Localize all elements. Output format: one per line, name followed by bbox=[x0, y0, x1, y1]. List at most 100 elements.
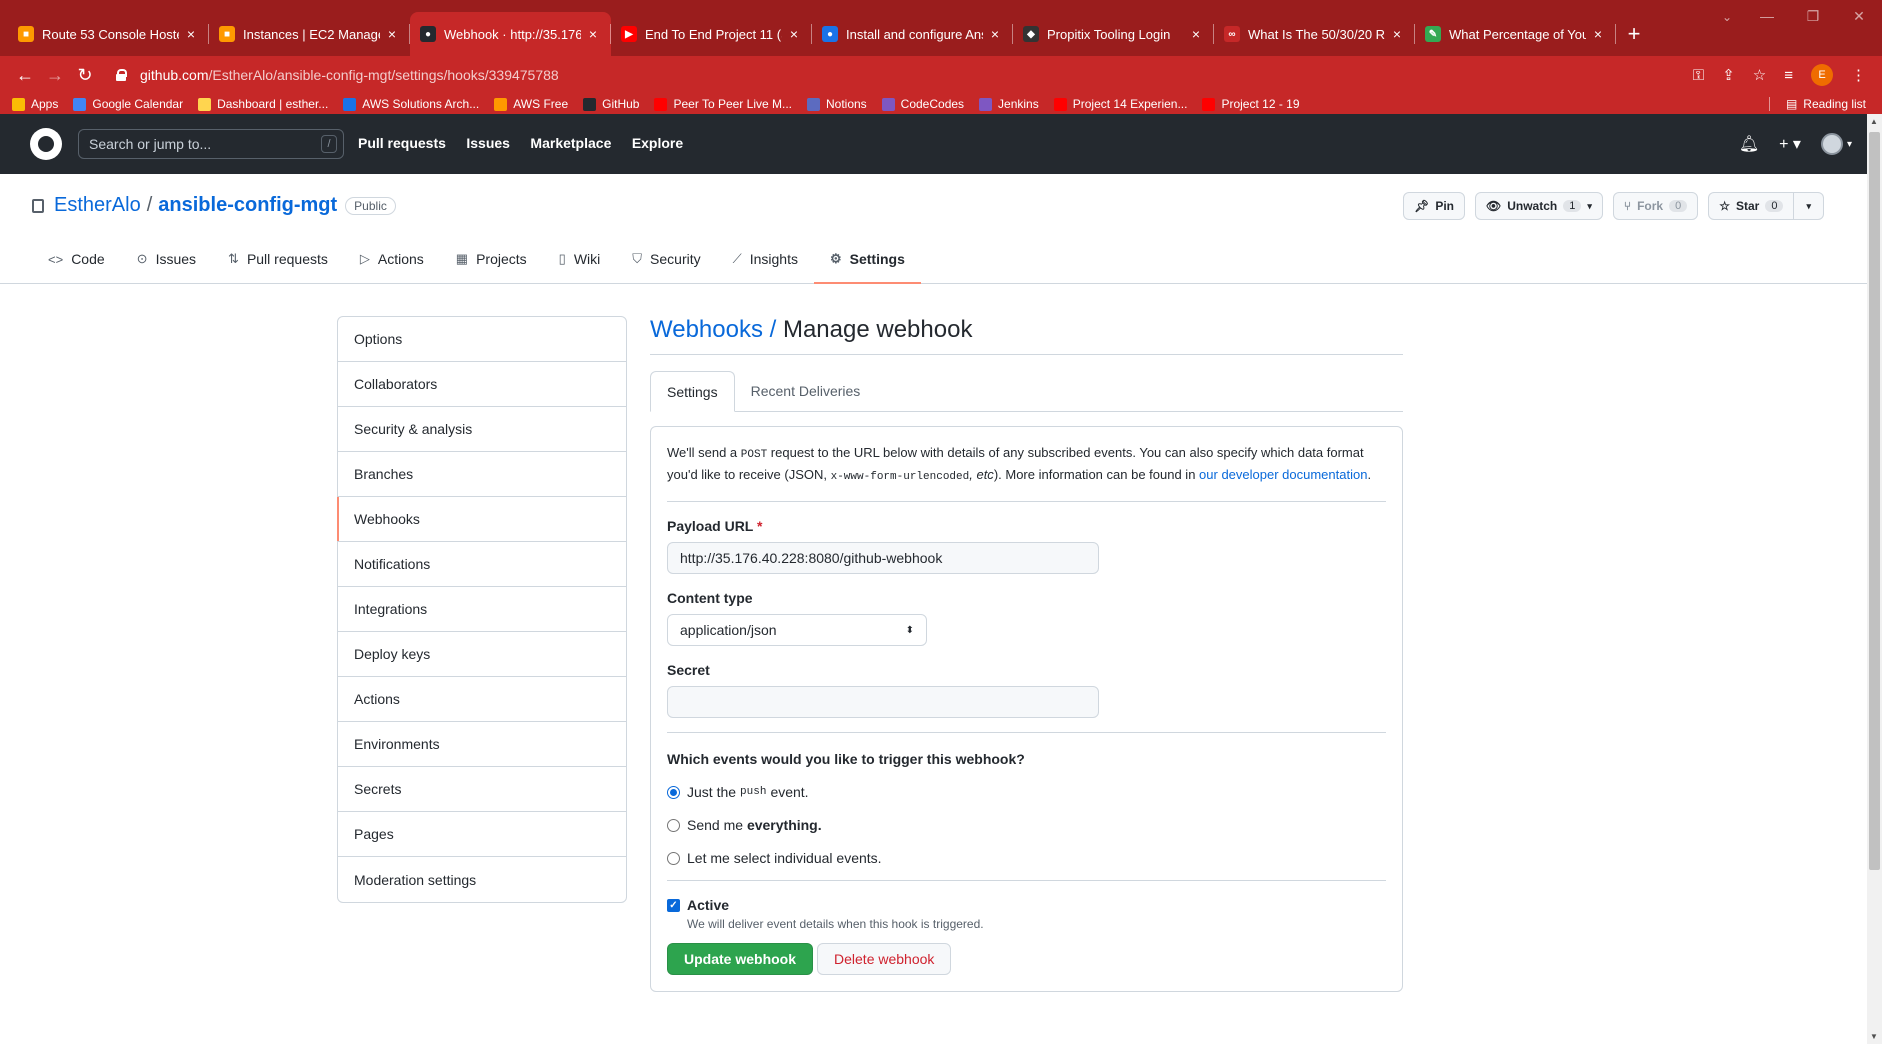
repo-owner-link[interactable]: EstherAlo bbox=[54, 194, 141, 217]
tab-security[interactable]: ⛉ Security bbox=[616, 235, 716, 283]
media-icon[interactable]: ≡ bbox=[1784, 67, 1793, 84]
scroll-up-icon[interactable]: ▲ bbox=[1870, 117, 1878, 126]
sidebar-item-branches[interactable]: Branches bbox=[338, 452, 626, 497]
github-logo-icon[interactable] bbox=[30, 128, 62, 160]
active-checkbox-row[interactable]: ✓ Active bbox=[667, 897, 1386, 913]
back-icon[interactable]: ← bbox=[10, 65, 40, 86]
delete-webhook-button[interactable]: Delete webhook bbox=[817, 943, 952, 975]
radio-select[interactable] bbox=[667, 851, 680, 865]
lock-icon[interactable] bbox=[116, 69, 127, 81]
tab-actions[interactable]: ▷ Actions bbox=[344, 235, 440, 283]
tab-recent-deliveries[interactable]: Recent Deliveries bbox=[735, 371, 877, 411]
tab-close-icon[interactable]: × bbox=[183, 26, 199, 42]
bookmark-item[interactable]: AWS Solutions Arch... bbox=[343, 97, 479, 111]
nav-explore[interactable]: Explore bbox=[632, 135, 683, 151]
browser-tab[interactable]: ▶ End To End Project 11 (SSH× bbox=[611, 12, 812, 56]
tab-projects[interactable]: ▦ Projects bbox=[440, 235, 543, 283]
bookmark-item[interactable]: Project 14 Experien... bbox=[1053, 97, 1187, 111]
star-list-dropdown[interactable]: ▾ bbox=[1794, 192, 1824, 220]
browser-tab[interactable]: ∞ What Is The 50/30/20 Rule× bbox=[1214, 12, 1415, 56]
sidebar-item-actions[interactable]: Actions bbox=[338, 677, 626, 722]
sidebar-item-environments[interactable]: Environments bbox=[338, 722, 626, 767]
search-input[interactable]: Search or jump to... / bbox=[78, 129, 344, 159]
create-new-icon[interactable]: + ▾ bbox=[1779, 134, 1801, 154]
tab-settings[interactable]: ⚙ Settings bbox=[813, 235, 921, 284]
nav-pull-requests[interactable]: Pull requests bbox=[358, 135, 446, 151]
bookmark-item[interactable]: Google Calendar bbox=[73, 97, 183, 111]
event-option-everything[interactable]: Send me everything. bbox=[667, 817, 1386, 833]
repo-name-link[interactable]: ansible-config-mgt bbox=[158, 194, 337, 217]
scroll-down-icon[interactable]: ▼ bbox=[1870, 1032, 1878, 1041]
sidebar-item-webhooks[interactable]: Webhooks bbox=[337, 497, 626, 542]
nav-issues[interactable]: Issues bbox=[466, 135, 510, 151]
tab-settings[interactable]: Settings bbox=[650, 371, 735, 412]
bookmark-item[interactable]: Dashboard | esther... bbox=[198, 97, 328, 111]
bookmark-item[interactable]: GitHub bbox=[583, 97, 639, 111]
breadcrumb-webhooks-link[interactable]: Webhooks / bbox=[650, 316, 776, 343]
bookmark-item[interactable]: Jenkins bbox=[979, 97, 1039, 111]
sidebar-item-notifications[interactable]: Notifications bbox=[338, 542, 626, 587]
browser-tab[interactable]: ◆ Propitix Tooling Login × bbox=[1013, 12, 1214, 56]
tab-search-icon[interactable]: ⌄ bbox=[1722, 10, 1732, 24]
page-scrollbar[interactable]: ▲ ▼ bbox=[1867, 114, 1882, 1044]
radio-push[interactable] bbox=[667, 785, 680, 799]
scrollbar-thumb[interactable] bbox=[1869, 132, 1880, 870]
user-menu[interactable]: ▾ bbox=[1820, 133, 1852, 155]
pin-button[interactable]: 📌︎ Pin bbox=[1403, 192, 1465, 220]
browser-tab[interactable]: ■ Route 53 Console Hosted × bbox=[8, 12, 209, 56]
browser-tab[interactable]: ● Webhook · http://35.176.4 × bbox=[410, 12, 611, 56]
radio-everything[interactable] bbox=[667, 818, 680, 832]
bookmark-item[interactable]: Apps bbox=[12, 97, 58, 111]
address-bar[interactable]: github.com/EstherAlo/ansible-config-mgt/… bbox=[106, 60, 1693, 90]
restore-icon[interactable]: ❐ bbox=[1790, 0, 1836, 32]
unwatch-button[interactable]: 👁︎ Unwatch 1 ▾ bbox=[1474, 192, 1603, 220]
content-type-select[interactable]: application/json ⬍ bbox=[667, 614, 927, 646]
key-icon[interactable]: ⚿ bbox=[1693, 67, 1704, 84]
browser-tab[interactable]: ✎ What Percentage of Your In× bbox=[1415, 12, 1616, 56]
tab-close-icon[interactable]: × bbox=[585, 26, 601, 42]
forward-icon[interactable]: → bbox=[40, 65, 70, 86]
developer-docs-link[interactable]: our developer documentation bbox=[1199, 467, 1367, 482]
bookmark-item[interactable]: CodeCodes bbox=[881, 97, 964, 111]
tab-close-icon[interactable]: × bbox=[987, 26, 1003, 42]
update-webhook-button[interactable]: Update webhook bbox=[667, 943, 814, 975]
sidebar-item-collaborators[interactable]: Collaborators bbox=[338, 362, 626, 407]
tab-insights[interactable]: ⟋ Insights bbox=[717, 235, 814, 283]
tab-close-icon[interactable]: × bbox=[786, 26, 802, 42]
tab-close-icon[interactable]: × bbox=[1188, 26, 1204, 42]
close-window-icon[interactable]: ✕ bbox=[1836, 0, 1882, 32]
sidebar-item-pages[interactable]: Pages bbox=[338, 812, 626, 857]
sidebar-item-secrets[interactable]: Secrets bbox=[338, 767, 626, 812]
notifications-bell-icon[interactable]: 🔔︎ bbox=[1739, 134, 1759, 154]
fork-button[interactable]: ⑂ Fork 0 bbox=[1612, 192, 1699, 220]
tab-code[interactable]: <> Code bbox=[32, 235, 121, 283]
new-tab-button[interactable]: + bbox=[1616, 12, 1652, 56]
event-option-select[interactable]: Let me select individual events. bbox=[667, 850, 1386, 866]
tab-close-icon[interactable]: × bbox=[1389, 26, 1405, 42]
menu-icon[interactable]: ⋮ bbox=[1851, 66, 1866, 84]
bookmark-item[interactable]: AWS Free bbox=[494, 97, 568, 111]
browser-tab[interactable]: ■ Instances | EC2 Manageme× bbox=[209, 12, 410, 56]
star-button[interactable]: ☆ Star 0 bbox=[1708, 192, 1795, 220]
active-checkbox[interactable]: ✓ bbox=[667, 898, 680, 912]
bookmark-item[interactable]: Notions bbox=[806, 97, 867, 111]
nav-marketplace[interactable]: Marketplace bbox=[530, 135, 611, 151]
browser-tab[interactable]: ● Install and configure Ansib × bbox=[812, 12, 1013, 56]
minimize-icon[interactable]: — bbox=[1744, 0, 1790, 32]
sidebar-item-deploy-keys[interactable]: Deploy keys bbox=[338, 632, 626, 677]
sidebar-item-integrations[interactable]: Integrations bbox=[338, 587, 626, 632]
payload-url-input[interactable]: http://35.176.40.228:8080/github-webhook bbox=[667, 542, 1099, 574]
tab-wiki[interactable]: ▯ Wiki bbox=[543, 235, 617, 283]
tab-issues[interactable]: ⊙ Issues bbox=[121, 235, 212, 283]
reading-list[interactable]: ▤ Reading list bbox=[1786, 97, 1866, 111]
secret-input[interactable] bbox=[667, 686, 1099, 718]
tab-pull-requests[interactable]: ⇅ Pull requests bbox=[212, 235, 344, 283]
tab-close-icon[interactable]: × bbox=[384, 26, 400, 42]
share-icon[interactable]: ⇪ bbox=[1722, 66, 1735, 84]
profile-avatar[interactable]: E bbox=[1811, 64, 1833, 86]
sidebar-item-options[interactable]: Options bbox=[338, 317, 626, 362]
sidebar-item-moderation-settings[interactable]: Moderation settings bbox=[338, 857, 626, 902]
reload-icon[interactable]: ↻ bbox=[70, 65, 100, 86]
event-option-push[interactable]: Just the push event. bbox=[667, 784, 1386, 800]
bookmark-item[interactable]: Project 12 - 19 bbox=[1202, 97, 1300, 111]
